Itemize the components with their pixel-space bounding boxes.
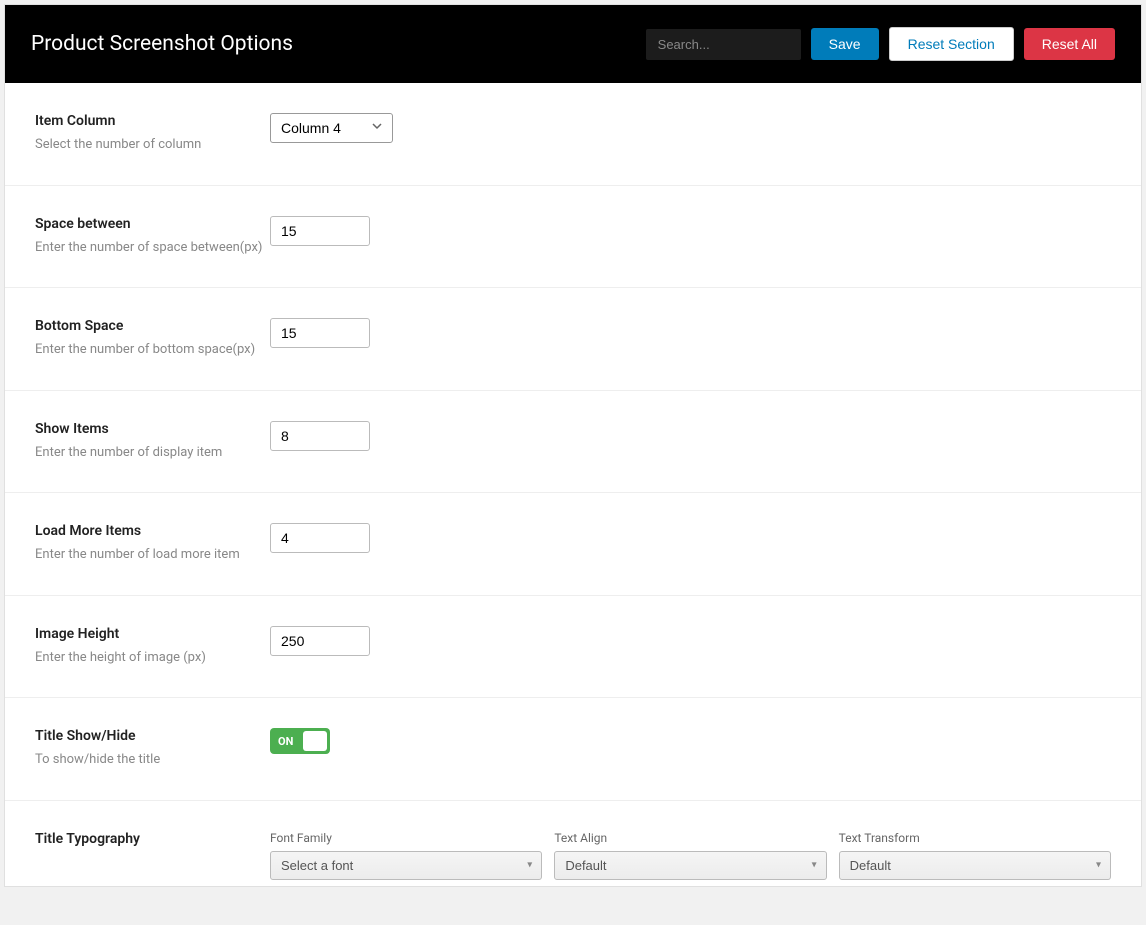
option-desc: Enter the number of space between(px) [35,238,270,258]
show-items-input[interactable] [270,421,370,451]
option-label: Title Show/Hide [35,728,270,744]
option-desc: Select the number of column [35,135,270,155]
option-bottom-space: Bottom Space Enter the number of bottom … [5,288,1141,391]
option-desc: To show/hide the title [35,750,270,770]
text-align-label: Text Align [554,831,826,845]
option-desc: Enter the number of bottom space(px) [35,340,270,360]
option-image-height: Image Height Enter the height of image (… [5,596,1141,699]
typography-group: Font Family Select a font ▾ Text Align D… [270,831,1111,880]
panel-header: Product Screenshot Options Save Reset Se… [5,5,1141,83]
reset-all-button[interactable]: Reset All [1024,28,1115,60]
toggle-on-label: ON [278,735,293,748]
option-desc: Enter the number of display item [35,443,270,463]
option-label: Item Column [35,113,270,129]
option-title-show-hide: Title Show/Hide To show/hide the title O… [5,698,1141,801]
item-column-select[interactable]: Column 4 [270,113,393,143]
option-space-between: Space between Enter the number of space … [5,186,1141,289]
bottom-space-input[interactable] [270,318,370,348]
option-item-column: Item Column Select the number of column … [5,83,1141,186]
space-between-input[interactable] [270,216,370,246]
options-panel: Product Screenshot Options Save Reset Se… [4,4,1142,887]
option-label: Image Height [35,626,270,642]
option-desc: Enter the number of load more item [35,545,270,565]
option-label: Title Typography [35,831,270,847]
title-show-hide-toggle[interactable]: ON [270,728,330,754]
toggle-knob [303,731,327,751]
option-load-more-items: Load More Items Enter the number of load… [5,493,1141,596]
font-family-select[interactable]: Select a font [270,851,542,880]
load-more-items-input[interactable] [270,523,370,553]
option-label: Bottom Space [35,318,270,334]
text-transform-label: Text Transform [839,831,1111,845]
page-title: Product Screenshot Options [31,32,293,56]
option-title-typography: Title Typography Font Family Select a fo… [5,801,1141,886]
save-button[interactable]: Save [811,28,879,60]
image-height-input[interactable] [270,626,370,656]
option-label: Space between [35,216,270,232]
option-show-items: Show Items Enter the number of display i… [5,391,1141,494]
header-actions: Save Reset Section Reset All [646,27,1115,61]
option-label: Load More Items [35,523,270,539]
option-desc: Enter the height of image (px) [35,648,270,668]
text-align-select[interactable]: Default [554,851,826,880]
text-transform-select[interactable]: Default [839,851,1111,880]
font-family-label: Font Family [270,831,542,845]
option-label: Show Items [35,421,270,437]
reset-section-button[interactable]: Reset Section [889,27,1014,61]
search-input[interactable] [646,29,801,60]
